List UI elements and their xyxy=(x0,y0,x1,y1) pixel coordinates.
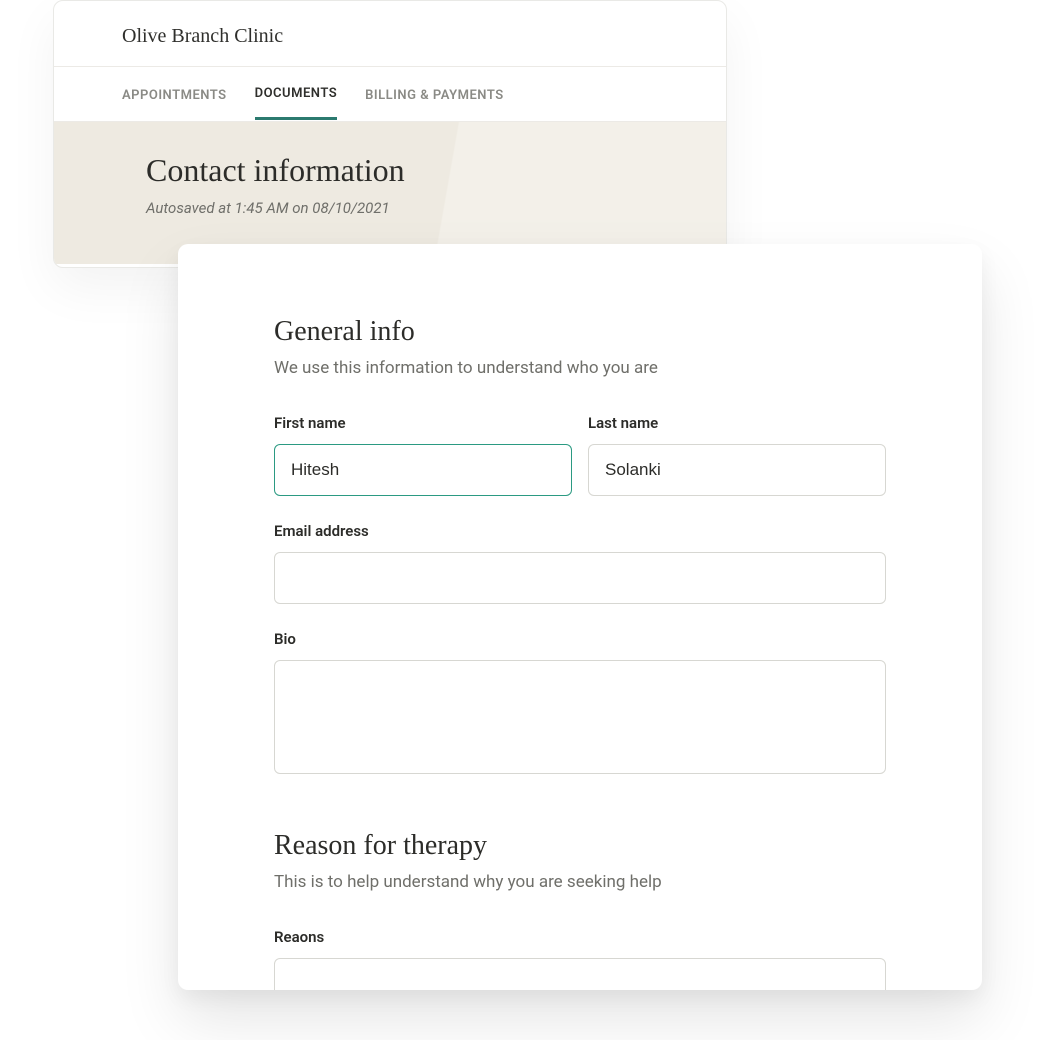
bio-label: Bio xyxy=(274,630,886,648)
email-row: Email address xyxy=(274,522,886,604)
reasons-label: Reaons xyxy=(274,928,886,946)
tab-appointments[interactable]: APPOINTMENTS xyxy=(122,70,227,119)
last-name-label: Last name xyxy=(588,414,886,432)
section-title-reason: Reason for therapy xyxy=(274,830,886,862)
page-banner: Contact information Autosaved at 1:45 AM… xyxy=(54,122,726,264)
section-title-general: General info xyxy=(274,316,886,348)
bio-field-wrap: Bio xyxy=(274,630,886,774)
form-card: General info We use this information to … xyxy=(178,244,982,990)
section-subtitle-general: We use this information to understand wh… xyxy=(274,358,886,378)
first-name-field-wrap: First name xyxy=(274,414,572,496)
section-subtitle-reason: This is to help understand why you are s… xyxy=(274,872,886,892)
name-row: First name Last name xyxy=(274,414,886,496)
reasons-field-wrap: Reaons xyxy=(274,928,886,990)
card-header: Olive Branch Clinic xyxy=(54,1,726,67)
reasons-input[interactable] xyxy=(274,958,886,990)
bio-textarea[interactable] xyxy=(274,660,886,774)
background-card: Olive Branch Clinic APPOINTMENTS DOCUMEN… xyxy=(53,0,727,268)
reasons-row: Reaons xyxy=(274,928,886,990)
email-input[interactable] xyxy=(274,552,886,604)
last-name-input[interactable] xyxy=(588,444,886,496)
bio-row: Bio xyxy=(274,630,886,774)
last-name-field-wrap: Last name xyxy=(588,414,886,496)
email-field-wrap: Email address xyxy=(274,522,886,604)
autosave-status: Autosaved at 1:45 AM on 08/10/2021 xyxy=(146,199,634,217)
tab-billing-payments[interactable]: BILLING & PAYMENTS xyxy=(365,70,504,119)
tab-documents[interactable]: DOCUMENTS xyxy=(255,68,338,120)
email-label: Email address xyxy=(274,522,886,540)
tabs-nav: APPOINTMENTS DOCUMENTS BILLING & PAYMENT… xyxy=(54,67,726,122)
first-name-input[interactable] xyxy=(274,444,572,496)
clinic-name: Olive Branch Clinic xyxy=(122,25,658,48)
page-title: Contact information xyxy=(146,152,634,189)
first-name-label: First name xyxy=(274,414,572,432)
